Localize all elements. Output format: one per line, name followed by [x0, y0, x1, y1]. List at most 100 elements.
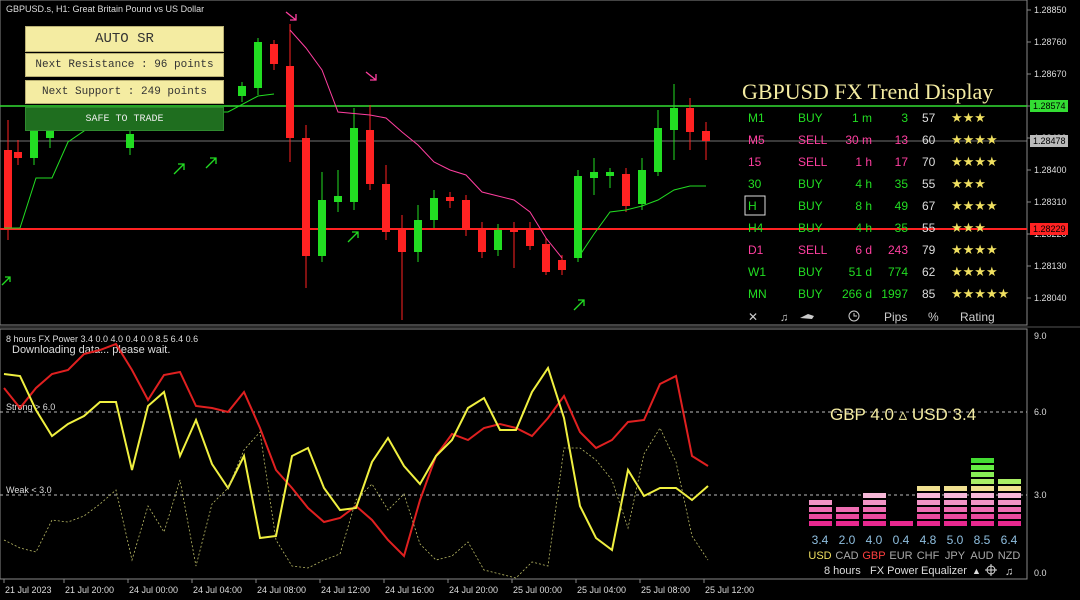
trade-status-button[interactable]: SAFE TO TRADE — [25, 107, 224, 131]
candle[interactable] — [670, 108, 678, 130]
mode-label[interactable]: Equalizer — [921, 565, 967, 577]
equalizer-currency[interactable]: NZD — [998, 550, 1021, 562]
candle[interactable] — [702, 131, 710, 141]
candle[interactable] — [334, 196, 342, 202]
period-label[interactable]: 8 hours — [824, 565, 861, 577]
timeframe-label: M1 — [748, 111, 765, 125]
sound-icon[interactable]: ♫ — [780, 312, 788, 324]
candle[interactable] — [126, 134, 134, 148]
candle[interactable] — [414, 220, 422, 252]
candle[interactable] — [654, 128, 662, 172]
pips-value: 3 — [901, 111, 908, 125]
time-axis[interactable]: 21 Jul 2023 21 Jul 20:00 24 Jul 00:00 24 Ju… — [3, 579, 754, 595]
candle[interactable] — [478, 228, 486, 252]
candle[interactable] — [14, 152, 22, 158]
duration-label: 30 m — [845, 133, 872, 147]
trend-row[interactable]: MN BUY 266 d 1997 85 ★★★★★ — [748, 286, 1009, 301]
trend-row[interactable]: D1 SELL 6 d 243 79 ★★★★ — [748, 242, 998, 257]
candle[interactable] — [526, 228, 534, 246]
indicator-label[interactable]: FX Power — [870, 565, 919, 577]
trend-row[interactable]: 30 BUY 4 h 35 55 ★★★ — [748, 176, 986, 191]
candle[interactable] — [318, 200, 326, 256]
equalizer-segment — [971, 465, 994, 470]
equalizer-currency[interactable]: USD — [808, 550, 831, 562]
alert-icon[interactable] — [800, 314, 814, 319]
timeframe-label: M5 — [748, 133, 765, 147]
equalizer-value: 8.5 — [974, 533, 991, 547]
equalizer-segment — [944, 514, 967, 519]
equalizer-currency[interactable]: JPY — [945, 550, 966, 562]
candle[interactable] — [270, 44, 278, 64]
candle[interactable] — [542, 244, 550, 272]
time-axis-label: 24 Jul 00:00 — [129, 585, 178, 595]
trend-row[interactable]: H4 BUY 4 h 35 55 ★★★ — [748, 220, 986, 235]
duration-label: 4 h — [855, 221, 872, 235]
trend-row[interactable]: W1 BUY 51 d 774 62 ★★★★ — [748, 264, 998, 279]
trend-row[interactable]: M1 BUY 1 m 3 57 ★★★ — [748, 110, 986, 125]
candle[interactable] — [254, 42, 262, 88]
equalizer-currency[interactable]: GBP — [862, 550, 885, 562]
candle[interactable] — [462, 200, 470, 228]
sound-icon[interactable]: ♫ — [1005, 566, 1013, 578]
candle[interactable] — [494, 230, 502, 250]
equalizer-segment — [944, 521, 967, 526]
candle[interactable] — [686, 108, 694, 132]
crosshair-icon[interactable] — [985, 564, 997, 576]
direction-label: BUY — [798, 265, 823, 279]
time-axis-label: 24 Jul 12:00 — [321, 585, 370, 595]
candle[interactable] — [238, 86, 246, 96]
trend-line-down[interactable] — [289, 29, 563, 259]
candle[interactable] — [286, 66, 294, 138]
timeframe-label: MN — [748, 287, 767, 301]
time-axis-label: 24 Jul 04:00 — [193, 585, 242, 595]
equalizer-currency[interactable]: EUR — [889, 550, 912, 562]
candle[interactable] — [302, 138, 310, 256]
candle[interactable] — [398, 230, 406, 252]
equalizer-segment — [917, 514, 940, 519]
equalizer-segment — [863, 500, 886, 505]
candle[interactable] — [430, 198, 438, 220]
direction-label: BUY — [798, 199, 823, 213]
third-power-line[interactable] — [3, 427, 709, 579]
candle[interactable] — [350, 128, 358, 202]
candle[interactable] — [574, 176, 582, 258]
pips-value: 774 — [888, 265, 908, 279]
candle[interactable] — [446, 197, 454, 201]
candle[interactable] — [382, 184, 390, 232]
candle[interactable] — [366, 130, 374, 184]
percent-value: 85 — [922, 287, 936, 301]
clock-icon[interactable] — [848, 310, 860, 322]
direction-label: SELL — [798, 155, 828, 169]
duration-label: 266 d — [842, 287, 872, 301]
time-axis-label: 24 Jul 16:00 — [385, 585, 434, 595]
duration-label: 1 h — [855, 155, 872, 169]
percent-value: 57 — [922, 111, 936, 125]
close-icon[interactable]: ✕ — [748, 310, 758, 324]
trend-display-table: M1 BUY 1 m 3 57 ★★★ M5 SELL 30 m 13 60 ★★★★ 15 SELL 1 … — [748, 110, 1009, 301]
trend-row[interactable]: M5 SELL 30 m 13 60 ★★★★ — [748, 132, 998, 147]
price-scale[interactable]: 1.288501.287601.286701.285801.284901.284… — [1027, 5, 1067, 303]
candle[interactable] — [622, 174, 630, 206]
trend-row[interactable]: 15 SELL 1 h 17 70 ★★★★ — [748, 154, 998, 169]
candle[interactable] — [638, 170, 646, 204]
candle[interactable] — [4, 150, 12, 230]
usd-power-line[interactable] — [3, 365, 709, 552]
equalizer-segment — [998, 479, 1021, 484]
price-tick-label: 1.28850 — [1034, 5, 1067, 15]
duration-label: 4 h — [855, 177, 872, 191]
equalizer-currency[interactable]: AUD — [970, 550, 993, 562]
auto-sr-title[interactable]: AUTO SR — [25, 26, 224, 52]
candle[interactable] — [558, 260, 566, 270]
candle[interactable] — [606, 172, 614, 176]
candle[interactable] — [590, 172, 598, 178]
gbp-power-line[interactable] — [3, 342, 709, 558]
rating-stars: ★★★★ — [951, 132, 998, 147]
time-axis-label: 24 Jul 20:00 — [449, 585, 498, 595]
up-icon[interactable]: ▲ — [972, 566, 981, 576]
candle[interactable] — [510, 228, 518, 232]
candle[interactable] — [30, 130, 38, 158]
equalizer-currency[interactable]: CHF — [917, 550, 940, 562]
trend-row[interactable]: H BUY 8 h 49 67 ★★★★ — [748, 198, 998, 213]
equalizer-currency[interactable]: CAD — [835, 550, 858, 562]
equalizer-segment — [998, 493, 1021, 498]
